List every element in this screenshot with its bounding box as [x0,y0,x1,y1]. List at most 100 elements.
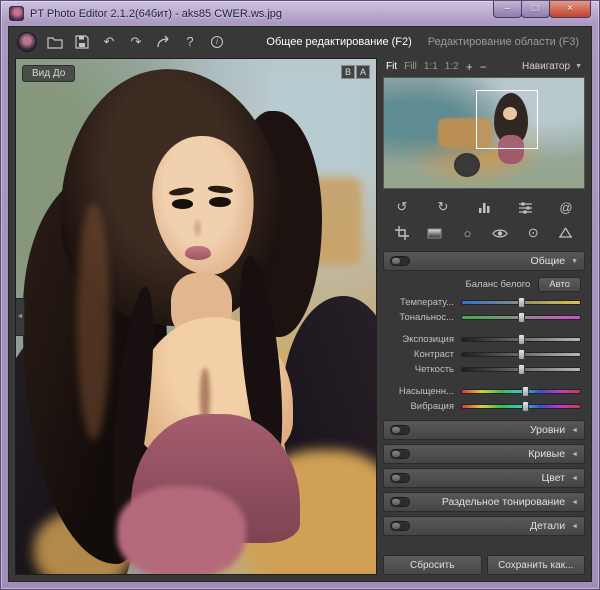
crop-icon[interactable] [390,223,414,243]
tint-label: Тональнос... [385,312,461,323]
clarity-label: Четкость [385,364,461,375]
vibrance-label: Вибрация [385,401,461,412]
saturation-thumb[interactable] [522,386,529,397]
chevron-left-icon: ◄ [571,427,578,434]
vibrance-thumb[interactable] [522,401,529,412]
navigator-header[interactable]: Навигатор ▼ [522,61,582,72]
zoom-in-button[interactable]: + [466,61,473,73]
photo-canvas [16,59,376,574]
temperature-track[interactable] [461,300,581,305]
clone-stamp-icon[interactable]: ⊙ [521,223,545,243]
tab-area-editing[interactable]: Редактирование области (F3) [428,36,579,48]
temperature-thumb[interactable] [518,297,525,308]
window-title: PT Photo Editor 2.1.2(64бит) - aks85 CWE… [30,8,282,20]
zoom-bar: Fit Fill 1:1 1:2 + − Навигатор ▼ [383,58,585,75]
curves-title: Кривые [528,448,565,460]
tint-track[interactable] [461,315,581,320]
zoom-1-2-button[interactable]: 1:2 [445,61,459,72]
app-logo-icon [17,32,37,52]
temperature-label: Температу... [385,297,461,308]
color-toggle-switch[interactable] [390,473,410,483]
levels-toggle-switch[interactable] [390,425,410,435]
auto-white-balance-button[interactable]: Авто [538,277,581,292]
app-window: PT Photo Editor 2.1.2(64бит) - aks85 CWE… [0,0,600,590]
redo-icon[interactable]: ↷ [127,33,145,51]
slider-saturation: Насыщенн... [385,384,581,399]
left-panel-collapse-handle[interactable]: ◄ [16,298,25,336]
reset-button[interactable]: Сбросить [383,555,482,575]
clarity-thumb[interactable] [518,364,525,375]
saturation-label: Насыщенн... [385,386,461,397]
undo-icon[interactable]: ↶ [100,33,118,51]
zoom-fill-button[interactable]: Fill [404,61,417,72]
close-button[interactable]: × [549,1,591,18]
exposure-thumb[interactable] [518,334,525,345]
open-folder-icon[interactable] [46,33,64,51]
minimize-button[interactable]: – [493,1,522,18]
saturation-track[interactable] [461,389,581,394]
contrast-track[interactable] [461,352,581,357]
slider-contrast: Контраст [385,347,581,362]
chevron-down-icon: ▼ [571,258,578,265]
clarity-track[interactable] [461,367,581,372]
right-panel: Fit Fill 1:1 1:2 + − Навигатор ▼ [383,58,585,575]
toolbar: ↶ ↷ ? i Общее редактирование (F2) Редакт… [9,27,591,56]
white-balance-label: Баланс белого [466,279,531,290]
after-button[interactable]: A [356,65,370,79]
navigator-view-rect[interactable] [476,90,538,149]
details-toggle-switch[interactable] [390,521,410,531]
gradient-filter-icon[interactable] [423,223,447,243]
red-eye-icon[interactable] [488,223,512,243]
share-icon[interactable] [154,33,172,51]
slider-exposure: Экспозиция [385,332,581,347]
painting-lips [185,246,211,260]
denoise-icon[interactable]: @ [554,197,578,217]
navigator-thumbnail[interactable] [383,77,585,189]
zoom-fit-button[interactable]: Fit [386,61,397,72]
vibrance-track[interactable] [461,404,581,409]
adjust-sliders-icon[interactable] [513,197,537,217]
rotate-left-icon[interactable]: ↺ [390,197,414,217]
general-title: Общие [531,255,566,267]
curves-toggle-switch[interactable] [390,449,410,459]
zoom-1-1-button[interactable]: 1:1 [424,61,438,72]
client-area: ↶ ↷ ? i Общее редактирование (F2) Редакт… [8,26,592,582]
painting-fabric [117,486,247,574]
section-levels[interactable]: Уровни ◄ [383,420,585,440]
split-toning-toggle-switch[interactable] [390,497,410,507]
section-split-toning[interactable]: Раздельное тонирование ◄ [383,492,585,512]
before-button[interactable]: B [341,65,355,79]
general-body: Баланс белого Авто Температу... Тонально… [383,271,585,416]
painting-eye-right [209,197,231,207]
exposure-track[interactable] [461,337,581,342]
info-glyph: i [211,36,223,48]
straighten-icon[interactable] [554,223,578,243]
help-icon[interactable]: ? [181,33,199,51]
save-icon[interactable] [73,33,91,51]
zoom-out-button[interactable]: − [480,61,487,73]
vignette-icon[interactable]: ○ [456,223,480,243]
maximize-button[interactable]: □ [521,1,550,18]
chevron-left-icon: ◄ [571,499,578,506]
tint-thumb[interactable] [518,312,525,323]
tool-row-retouch: ○ ⊙ [383,221,585,245]
app-icon [9,6,24,21]
levels-title: Уровни [530,424,565,436]
general-toggle-switch[interactable] [390,256,410,266]
section-curves[interactable]: Кривые ◄ [383,444,585,464]
section-details[interactable]: Детали ◄ [383,516,585,536]
view-before-badge: Вид До [22,65,75,82]
tab-general-editing[interactable]: Общее редактирование (F2) [266,36,411,48]
save-as-button[interactable]: Сохранить как... [487,555,586,575]
rotate-right-icon[interactable]: ↻ [431,197,455,217]
split-toning-title: Раздельное тонирование [442,496,565,508]
chevron-down-icon: ▼ [575,63,582,70]
section-color[interactable]: Цвет ◄ [383,468,585,488]
image-preview[interactable]: Вид До B A ◄ [15,58,377,575]
info-icon[interactable]: i [208,33,226,51]
histogram-icon[interactable] [472,197,496,217]
before-after-buttons: B A [341,65,370,79]
section-general-header[interactable]: Общие ▼ [383,251,585,271]
exposure-label: Экспозиция [385,334,461,345]
contrast-thumb[interactable] [518,349,525,360]
